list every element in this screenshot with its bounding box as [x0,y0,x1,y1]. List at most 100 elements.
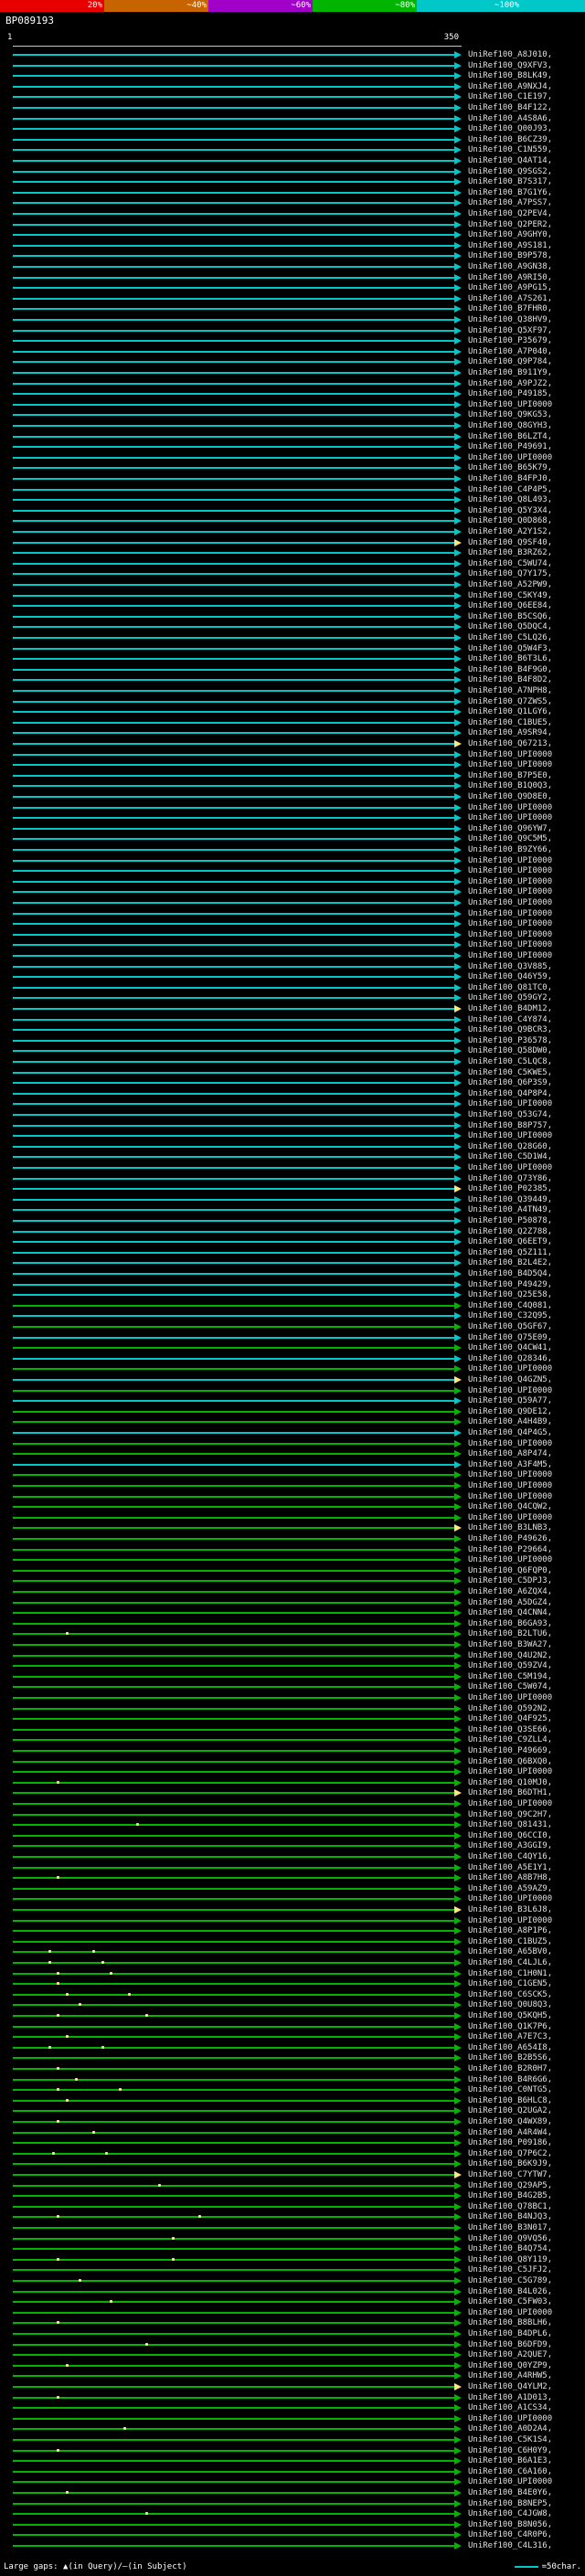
hit-label[interactable]: UniRef100_B6T3L6, [468,654,552,664]
hit-label[interactable]: UniRef100_P49185, [468,389,552,399]
hit-label[interactable]: UniRef100_Q0U8Q3, [468,2000,552,2010]
hit-label[interactable]: UniRef100_UPI0000 [468,1693,552,1703]
hit-label[interactable]: UniRef100_UPI0000 [468,2308,552,2318]
hit-label[interactable]: UniRef100_B5CSQ6, [468,612,552,622]
hit-label[interactable]: UniRef100_Q4F925, [468,1714,552,1724]
hit-label[interactable]: UniRef100_A3F4M5, [468,1460,552,1470]
hit-label[interactable]: UniRef100_Q9C2H7, [468,1810,552,1820]
hit-label[interactable]: UniRef100_B2L4E2, [468,1258,552,1268]
hit-label[interactable]: UniRef100_Q6P3S9, [468,1078,552,1088]
hit-label[interactable]: UniRef100_B4G2B5, [468,2191,552,2201]
hit-label[interactable]: UniRef100_C6SCK5, [468,1990,552,2000]
hit-label[interactable]: UniRef100_Q6CCI0, [468,1831,552,1841]
hit-label[interactable]: UniRef100_B1Q0Q3, [468,781,552,791]
hit-label[interactable]: UniRef100_P49691, [468,442,552,452]
hit-label[interactable]: UniRef100_UPI0000 [468,919,552,929]
hit-label[interactable]: UniRef100_A2Y1S2, [468,527,552,537]
hit-label[interactable]: UniRef100_UPI0000 [468,1470,552,1480]
hit-label[interactable]: UniRef100_UPI0000 [468,2414,552,2424]
hit-label[interactable]: UniRef100_A654I8, [468,2043,552,2053]
hit-label[interactable]: UniRef100_A7E7C3, [468,2032,552,2042]
hit-label[interactable]: UniRef100_C5G789, [468,2276,552,2286]
hit-label[interactable]: UniRef100_Q9VQ56, [468,2234,552,2244]
hit-label[interactable]: UniRef100_C4Q081, [468,1301,552,1311]
hit-label[interactable]: UniRef100_Q81TC0, [468,983,552,993]
hit-label[interactable]: UniRef100_C6H0Y9, [468,2446,552,2456]
hit-label[interactable]: UniRef100_B4NJQ3, [468,2212,552,2222]
hit-label[interactable]: UniRef100_A2QUE7, [468,2350,552,2360]
hit-label[interactable]: UniRef100_Q75E09, [468,1333,552,1343]
hit-label[interactable]: UniRef100_Q4AT14, [468,156,552,166]
hit-label[interactable]: UniRef100_B911Y9, [468,368,552,378]
hit-label[interactable]: UniRef100_UPI0000 [468,1099,552,1109]
hit-label[interactable]: UniRef100_UPI0000 [468,813,552,823]
hit-label[interactable]: UniRef100_C32Q95, [468,1311,552,1321]
hit-label[interactable]: UniRef100_Q96YW7, [468,824,552,834]
hit-label[interactable]: UniRef100_Q9D8E0, [468,792,552,802]
hit-label[interactable]: UniRef100_C4R0P6, [468,2530,552,2540]
hit-label[interactable]: UniRef100_A9GHY0, [468,230,552,240]
hit-label[interactable]: UniRef100_Q38HV9, [468,315,552,325]
hit-label[interactable]: UniRef100_A9GN38, [468,262,552,272]
hit-label[interactable]: UniRef100_UPI0000 [468,453,552,463]
hit-label[interactable]: UniRef100_C7YTW7, [468,2170,552,2180]
hit-label[interactable]: UniRef100_P02385, [468,1184,552,1194]
hit-label[interactable]: UniRef100_A4TN49, [468,1205,552,1215]
hit-label[interactable]: UniRef100_Q28G60, [468,1142,552,1152]
hit-label[interactable]: UniRef100_B4E0Y6, [468,2488,552,2498]
hit-label[interactable]: UniRef100_Q29AP5, [468,2181,552,2191]
hit-label[interactable]: UniRef100_A9NXJ4, [468,82,552,92]
hit-label[interactable]: UniRef100_B4F122, [468,103,552,113]
hit-label[interactable]: UniRef100_B9P578, [468,251,552,261]
hit-label[interactable]: UniRef100_C4L316, [468,2541,552,2551]
hit-label[interactable]: UniRef100_A4H4B9, [468,1417,552,1427]
hit-label[interactable]: UniRef100_A7S261, [468,294,552,304]
hit-label[interactable]: UniRef100_B3L6J8, [468,1905,552,1915]
hit-label[interactable]: UniRef100_Q59ZV4, [468,1661,552,1671]
hit-label[interactable]: UniRef100_C4LJL6, [468,1958,552,1968]
hit-label[interactable]: UniRef100_Q6EET9, [468,1237,552,1247]
hit-label[interactable]: UniRef100_UPI0000 [468,1163,552,1173]
hit-label[interactable]: UniRef100_UPI0000 [468,1916,552,1926]
hit-label[interactable]: UniRef100_B6K9J9, [468,2159,552,2169]
hit-label[interactable]: UniRef100_Q39449, [468,1195,552,1205]
hit-label[interactable]: UniRef100_Q4P4G5, [468,1428,552,1438]
hit-label[interactable]: UniRef100_UPI0000 [468,400,552,410]
hit-label[interactable]: UniRef100_Q28346, [468,1354,552,1364]
hit-label[interactable]: UniRef100_B6DFD9, [468,2340,552,2350]
hit-label[interactable]: UniRef100_B3LNB3, [468,1523,552,1533]
hit-label[interactable]: UniRef100_Q00J93, [468,124,552,134]
hit-label[interactable]: UniRef100_Q81431, [468,1820,552,1830]
hit-label[interactable]: UniRef100_Q4YLM2, [468,2382,552,2392]
hit-label[interactable]: UniRef100_Q9P784, [468,357,552,367]
hit-label[interactable]: UniRef100_P36578, [468,1036,552,1046]
hit-label[interactable]: UniRef100_Q58DW0, [468,1046,552,1056]
hit-label[interactable]: UniRef100_P09186, [468,2138,552,2148]
hit-label[interactable]: UniRef100_Q4CW41, [468,1343,552,1353]
hit-label[interactable]: UniRef100_Q78BC1, [468,2202,552,2212]
hit-label[interactable]: UniRef100_UPI0000 [468,2477,552,2487]
hit-label[interactable]: UniRef100_Q9DE12, [468,1407,552,1417]
hit-label[interactable]: UniRef100_A9PJZ2, [468,379,552,389]
hit-label[interactable]: UniRef100_B2R0H7, [468,2064,552,2074]
hit-label[interactable]: UniRef100_Q5Y3X4, [468,506,552,516]
hit-label[interactable]: UniRef100_UPI0000 [468,940,552,950]
hit-label[interactable]: UniRef100_C5FW03, [468,2297,552,2307]
hit-label[interactable]: UniRef100_C1N559, [468,145,552,155]
hit-label[interactable]: UniRef100_B2LTU6, [468,1629,552,1639]
hit-label[interactable]: UniRef100_Q0D868, [468,516,552,526]
hit-label[interactable]: UniRef100_A4S8A6, [468,114,552,124]
hit-label[interactable]: UniRef100_B4F9G0, [468,665,552,675]
hit-label[interactable]: UniRef100_Q46Y59, [468,972,552,982]
hit-label[interactable]: UniRef100_B4D5Q4, [468,1269,552,1279]
hit-label[interactable]: UniRef100_Q8Y119, [468,2255,552,2265]
hit-label[interactable]: UniRef100_C5LQC8, [468,1057,552,1067]
hit-label[interactable]: UniRef100_C9ZLL4, [468,1735,552,1745]
hit-label[interactable]: UniRef100_B4FPJ0, [468,474,552,484]
hit-label[interactable]: UniRef100_C1GEN5, [468,1979,552,1989]
hit-label[interactable]: UniRef100_Q8L493, [468,495,552,505]
hit-label[interactable]: UniRef100_B4DPL6, [468,2329,552,2339]
hit-label[interactable]: UniRef100_Q5W4F3, [468,644,552,654]
hit-label[interactable]: UniRef100_Q5KQH5, [468,2011,552,2021]
hit-label[interactable]: UniRef100_C5W074, [468,1682,552,1692]
